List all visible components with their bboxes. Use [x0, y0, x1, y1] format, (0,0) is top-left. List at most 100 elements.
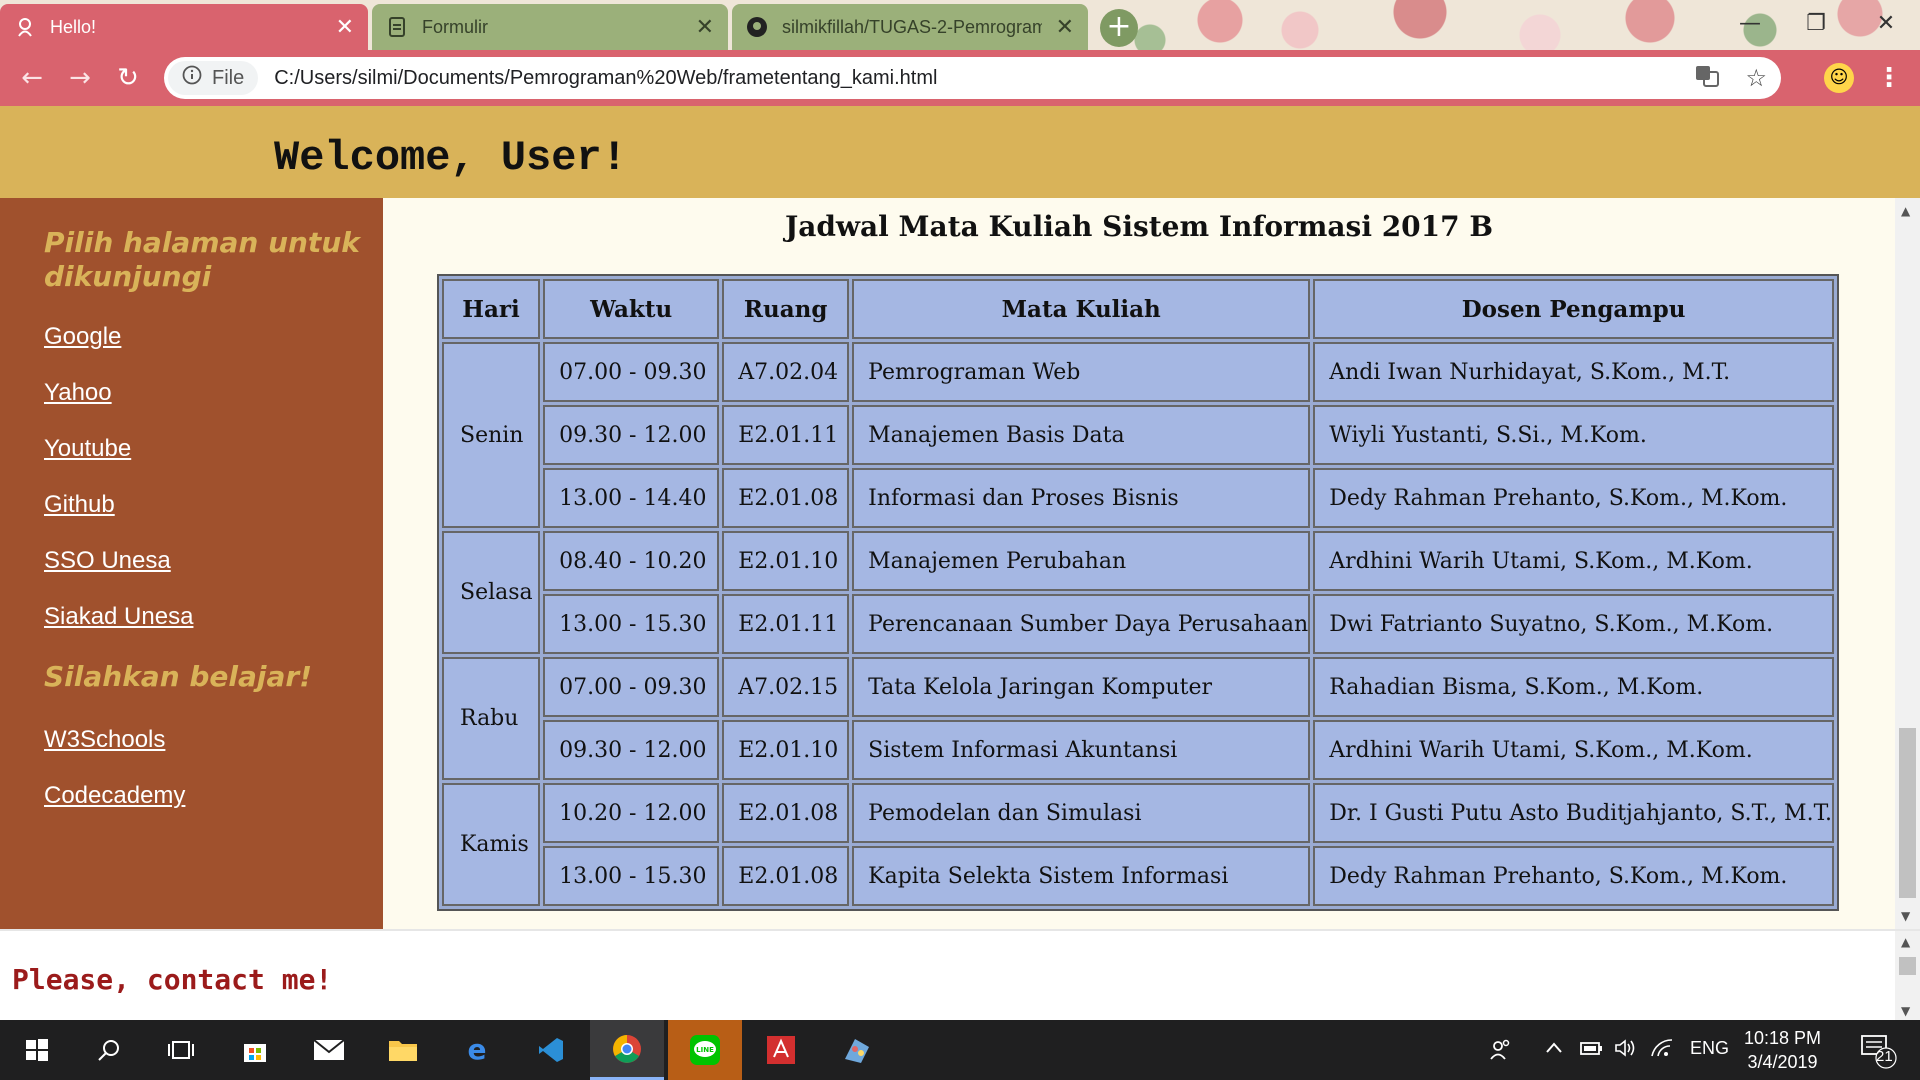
footer-scrollbar[interactable]: ▲ ▼: [1895, 931, 1920, 1020]
file-explorer-icon[interactable]: [366, 1020, 440, 1080]
header-waktu: Waktu: [543, 279, 720, 339]
line-icon[interactable]: LINE: [668, 1020, 742, 1080]
site-info-label: File: [212, 66, 245, 89]
time-cell: 13.00 - 15.30: [543, 846, 720, 906]
time-cell: 10.20 - 12.00: [543, 783, 720, 843]
lecturer-cell: Dr. I Gusti Putu Asto Buditjahjanto, S.T…: [1313, 783, 1834, 843]
tab-hello[interactable]: Hello! ✕: [0, 4, 368, 50]
course-cell: Sistem Informasi Akuntansi: [852, 720, 1311, 780]
sidebar-link-siakad-unesa[interactable]: Siakad Unesa: [44, 603, 193, 631]
scroll-down-icon[interactable]: ▼: [1901, 1004, 1910, 1018]
table-row: 13.00 - 14.40 E2.01.08 Informasi dan Pro…: [442, 468, 1834, 528]
language-indicator[interactable]: ENG: [1690, 1038, 1729, 1059]
clock-time: 10:18 PM: [1744, 1028, 1822, 1048]
people-icon[interactable]: [1488, 1038, 1512, 1067]
table-title: Jadwal Mata Kuliah Sistem Informasi 2017…: [784, 210, 1494, 243]
translate-icon[interactable]: [1695, 64, 1720, 92]
scroll-up-icon[interactable]: ▲: [1901, 935, 1910, 949]
edge-icon[interactable]: e: [440, 1020, 514, 1080]
room-cell: E2.01.08: [722, 468, 850, 528]
time-cell: 13.00 - 15.30: [543, 594, 720, 654]
close-tab-icon[interactable]: ✕: [1056, 16, 1074, 38]
sidebar-link-google[interactable]: Google: [44, 323, 121, 351]
tab-github[interactable]: silmikfillah/TUGAS-2-Pemrogram ✕: [732, 4, 1088, 50]
sidebar-link-yahoo[interactable]: Yahoo: [44, 379, 112, 407]
day-cell: Rabu: [442, 657, 541, 780]
course-cell: Perencanaan Sumber Daya Perusahaan: [852, 594, 1311, 654]
menu-icon[interactable]: ⋮: [1876, 60, 1902, 96]
time-cell: 09.30 - 12.00: [543, 720, 720, 780]
sidebar-link-codecademy[interactable]: Codecademy: [44, 782, 185, 810]
contact-text: Please, contact me!: [12, 963, 333, 996]
url-text[interactable]: C:/Users/silmi/Documents/Pemrograman%20W…: [274, 67, 937, 90]
table-row: Selasa 08.40 - 10.20 E2.01.10 Manajemen …: [442, 531, 1834, 654]
wifi-icon[interactable]: [1650, 1038, 1674, 1063]
header-mata-kuliah: Mata Kuliah: [852, 279, 1311, 339]
close-tab-icon[interactable]: ✕: [336, 16, 354, 38]
room-cell: E2.01.08: [722, 846, 850, 906]
sidebar-link-youtube[interactable]: Youtube: [44, 435, 131, 463]
room-cell: E2.01.11: [722, 405, 850, 465]
mail-icon[interactable]: [292, 1020, 366, 1080]
acrobat-icon[interactable]: [744, 1020, 818, 1080]
table-row: 13.00 - 15.30 E2.01.11 Perencanaan Sumbe…: [442, 594, 1834, 654]
window-close-icon[interactable]: ✕: [1856, 6, 1916, 42]
course-cell: Manajemen Basis Data: [852, 405, 1311, 465]
room-cell: E2.01.10: [722, 720, 850, 780]
browser-toolbar: ← → ↻ File C:/Users/silmi/Documents/Pemr…: [0, 50, 1920, 106]
paint-icon[interactable]: [820, 1020, 894, 1080]
course-cell: Pemrograman Web: [852, 342, 1311, 402]
sidebar-heading-pages: Pilih halaman untuk dikunjungi: [44, 226, 360, 293]
clock[interactable]: 10:18 PM 3/4/2019: [1744, 1026, 1821, 1074]
forward-icon[interactable]: →: [60, 58, 100, 98]
close-tab-icon[interactable]: ✕: [696, 16, 714, 38]
scrollbar-thumb[interactable]: [1899, 728, 1916, 898]
browser-tab-strip: Hello! ✕ Formulir ✕ silmikfillah/TUGAS-2…: [0, 0, 1920, 50]
reload-icon[interactable]: ↻: [108, 58, 148, 98]
main-scrollbar[interactable]: ▲ ▼: [1895, 198, 1920, 929]
sidebar-heading-learn: Silahkan belajar!: [44, 660, 312, 693]
bookmark-star-icon[interactable]: ☆: [1745, 64, 1767, 92]
battery-icon[interactable]: [1578, 1038, 1604, 1063]
room-cell: E2.01.11: [722, 594, 850, 654]
header-dosen: Dosen Pengampu: [1313, 279, 1834, 339]
back-icon[interactable]: ←: [12, 58, 52, 98]
store-icon[interactable]: [218, 1020, 292, 1080]
time-cell: 09.30 - 12.00: [543, 405, 720, 465]
address-bar[interactable]: File C:/Users/silmi/Documents/Pemrograma…: [164, 57, 1781, 99]
sidebar-link-sso-unesa[interactable]: SSO Unesa: [44, 547, 171, 575]
site-info-button[interactable]: File: [168, 61, 259, 95]
volume-icon[interactable]: [1614, 1038, 1638, 1063]
course-cell: Informasi dan Proses Bisnis: [852, 468, 1311, 528]
windows-taskbar: e LINE ENG 10:18 PM 3/4/2019 21: [0, 1020, 1920, 1080]
room-cell: E2.01.08: [722, 783, 850, 843]
table-header-row: Hari Waktu Ruang Mata Kuliah Dosen Penga…: [442, 279, 1834, 339]
start-icon[interactable]: [0, 1020, 74, 1080]
clock-date: 3/4/2019: [1747, 1052, 1818, 1072]
chevron-up-icon[interactable]: [1544, 1038, 1564, 1063]
chrome-icon[interactable]: [590, 1020, 664, 1080]
scrollbar-thumb[interactable]: [1899, 957, 1916, 975]
course-cell: Tata Kelola Jaringan Komputer: [852, 657, 1311, 717]
restore-icon[interactable]: ❐: [1786, 6, 1846, 42]
profile-avatar[interactable]: ☺: [1824, 63, 1854, 93]
lecturer-cell: Dedy Rahman Prehanto, S.Kom., M.Kom.: [1313, 468, 1834, 528]
table-row: Kamis 10.20 - 12.00 E2.01.08 Pemodelan d…: [442, 783, 1834, 906]
lecturer-cell: Andi Iwan Nurhidayat, S.Kom., M.T.: [1313, 342, 1834, 402]
minimize-icon[interactable]: —: [1720, 6, 1780, 42]
page-title: Welcome, User!: [274, 134, 627, 182]
table-row: 09.30 - 12.00 E2.01.11 Manajemen Basis D…: [442, 405, 1834, 465]
vscode-icon[interactable]: [514, 1020, 588, 1080]
scroll-down-icon[interactable]: ▼: [1901, 909, 1910, 923]
tab-formulir[interactable]: Formulir ✕: [372, 4, 728, 50]
task-view-icon[interactable]: [144, 1020, 218, 1080]
sidebar-link-w3schools[interactable]: W3Schools: [44, 726, 165, 754]
github-icon: [746, 16, 768, 38]
sidebar-link-github[interactable]: Github: [44, 491, 115, 519]
new-tab-button[interactable]: +: [1100, 9, 1138, 47]
main-frame: Jadwal Mata Kuliah Sistem Informasi 2017…: [383, 198, 1920, 929]
search-icon[interactable]: [72, 1020, 146, 1080]
scroll-up-icon[interactable]: ▲: [1901, 204, 1910, 218]
time-cell: 07.00 - 09.30: [543, 657, 720, 717]
table-row: Senin 07.00 - 09.30 A7.02.04 Pemrograman…: [442, 342, 1834, 528]
